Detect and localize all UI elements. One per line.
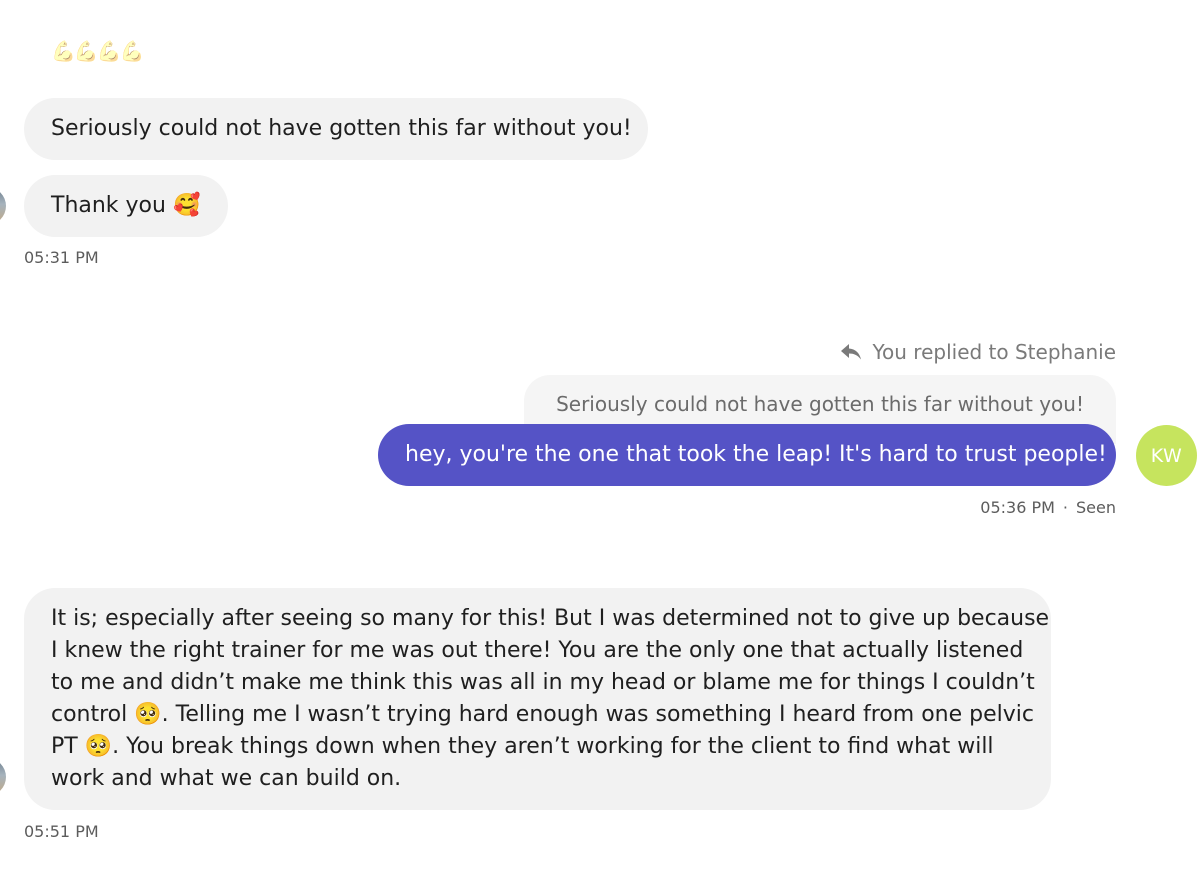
chat-thread: 💪💪💪💪 Seriously could not have gotten thi… (0, 0, 1200, 885)
status-separator: · (1062, 498, 1069, 517)
reply-note-text: You replied to Stephanie (872, 340, 1116, 364)
message-line: I knew the right trainer for me was out … (51, 638, 1024, 663)
seen-status: Seen (1076, 498, 1116, 517)
message-line: to me and didn’t make me think this was … (51, 670, 1035, 695)
outgoing-message-bubble[interactable]: hey, you're the one that took the leap! … (378, 424, 1116, 486)
message-text: Thank you 🥰 (51, 193, 201, 218)
message-bubble[interactable]: Seriously could not have gotten this far… (24, 98, 648, 160)
contact-avatar[interactable] (0, 187, 6, 225)
my-avatar[interactable]: KW (1136, 425, 1197, 486)
message-timestamp: 05:51 PM (24, 822, 99, 841)
message-bubble[interactable]: Thank you 🥰 (24, 175, 228, 237)
message-line: work and what we can build on. (51, 766, 402, 791)
quoted-text: Seriously could not have gotten this far… (556, 392, 1084, 416)
message-bubble-long[interactable]: It is; especially after seeing so many f… (24, 588, 1051, 810)
message-text: hey, you're the one that took the leap! … (405, 442, 1107, 467)
message-timestamp: 05:36 PM (980, 498, 1055, 517)
message-timestamp: 05:31 PM (24, 248, 99, 267)
message-line: It is; especially after seeing so many f… (51, 606, 1050, 631)
avatar-initials: KW (1150, 444, 1183, 467)
message-bubble-emoji[interactable]: 💪💪💪💪 (24, 21, 179, 83)
message-line: PT 🥺. You break things down when they ar… (51, 734, 994, 759)
reply-indicator: You replied to Stephanie (840, 340, 1116, 364)
message-text: Seriously could not have gotten this far… (51, 116, 632, 141)
reply-arrow-icon (840, 343, 862, 361)
message-status: 05:36 PM · Seen (980, 498, 1116, 517)
message-text: 💪💪💪💪 (51, 39, 145, 63)
contact-avatar[interactable] (0, 758, 6, 796)
message-line: control 🥺. Telling me I wasn’t trying ha… (51, 702, 1034, 727)
